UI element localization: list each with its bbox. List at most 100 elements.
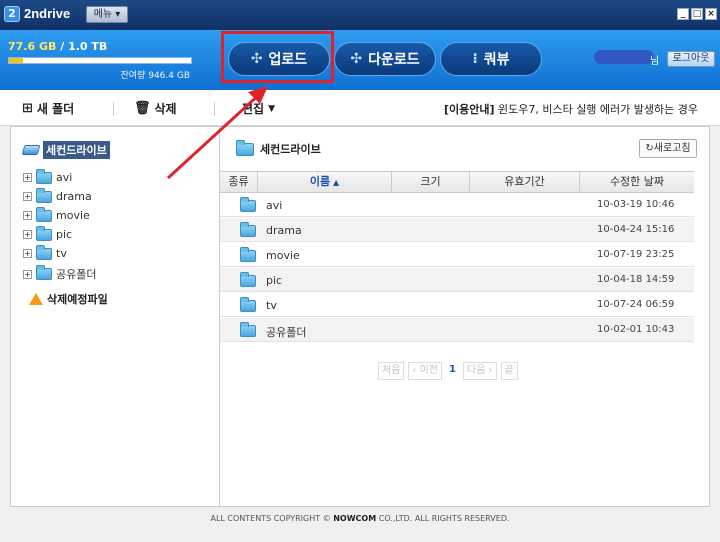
file-date: 10-03-19 10:46	[597, 199, 675, 210]
page-last-button[interactable]: 끝	[500, 362, 518, 380]
file-name: movie	[266, 249, 300, 262]
caret-down-icon: ▼	[268, 103, 276, 114]
sort-asc-icon: ▲	[330, 178, 340, 187]
folder-icon	[36, 225, 52, 241]
file-name: pic	[266, 274, 283, 287]
folder-icon	[36, 206, 52, 222]
file-date: 10-07-19 23:25	[597, 249, 675, 260]
column-expiry[interactable]: 유효기간	[470, 172, 580, 192]
refresh-button[interactable]: ↻새로고침	[639, 139, 697, 158]
folder-icon	[240, 322, 256, 337]
expand-icon[interactable]: +	[23, 249, 32, 258]
file-name: tv	[266, 299, 277, 312]
tree-item-label: pic	[56, 228, 73, 241]
tree-root[interactable]: 세컨드라이브	[21, 141, 110, 159]
page-prev-button[interactable]: ‹ 이전	[408, 362, 442, 380]
storage-total: 1.0 TB	[68, 40, 108, 53]
folder-icon	[36, 168, 52, 184]
tree-item-pic[interactable]: + pic	[23, 225, 73, 241]
tree-item-trash[interactable]: 삭제예정파일	[29, 291, 108, 307]
tree-item-movie[interactable]: + movie	[23, 206, 90, 222]
expand-icon[interactable]: +	[23, 230, 32, 239]
page-current[interactable]: 1	[445, 362, 459, 380]
tree-item-label: movie	[56, 209, 90, 222]
column-type[interactable]: 종류	[220, 172, 258, 192]
file-date: 10-04-18 14:59	[597, 274, 675, 285]
logout-button[interactable]: 로그아웃	[667, 51, 715, 67]
notice-text[interactable]: [이용안내] 윈도우7, 비스타 실행 에러가 발생하는 경우	[444, 101, 698, 117]
username-redacted	[594, 50, 654, 64]
column-name-label: 이름	[309, 175, 331, 188]
delete-label: 삭제	[154, 102, 177, 116]
storage-bar	[8, 57, 192, 64]
title-bar: 2 2ndrive 메뉴 ▾ _ □ ×	[0, 0, 720, 30]
menu-button[interactable]: 메뉴 ▾	[86, 6, 128, 23]
trash-icon: 🗑	[134, 101, 151, 116]
footer-suffix: CO.,LTD. ALL RIGHTS RESERVED.	[376, 514, 510, 523]
trash-label: 삭제예정파일	[47, 293, 108, 306]
table-row[interactable]: tv 10-07-24 06:59	[220, 293, 694, 317]
tree-item-label: 공유폴더	[56, 268, 97, 281]
file-name: avi	[266, 199, 283, 212]
new-folder-label: 새 폴더	[36, 102, 75, 116]
footer-brand: NOWCOM	[333, 514, 377, 523]
app-logo-icon: 2	[4, 6, 20, 22]
expand-icon[interactable]: +	[23, 211, 32, 220]
tree-item-label: avi	[56, 171, 73, 184]
new-folder-button[interactable]: ⊞ 새 폴더	[22, 100, 74, 117]
close-button[interactable]: ×	[705, 8, 717, 20]
current-folder-label: 세컨드라이브	[260, 143, 321, 156]
page-first-button[interactable]: 처음	[378, 362, 405, 380]
tree-item-shared[interactable]: + 공유폴더	[23, 265, 97, 282]
maximize-button[interactable]: □	[691, 8, 703, 20]
toolbar: ⊞ 새 폴더 🗑 삭제 편집 ▼ [이용안내] 윈도우7, 비스타 실행 에러가…	[0, 90, 720, 126]
folder-icon	[236, 139, 254, 156]
delete-button[interactable]: 🗑 삭제	[134, 100, 177, 117]
expand-icon[interactable]: +	[23, 192, 32, 201]
tree-item-tv[interactable]: + tv	[23, 244, 67, 260]
expand-icon[interactable]: +	[23, 269, 32, 279]
table-row[interactable]: 공유폴더 10-02-01 10:43	[220, 318, 694, 342]
queue-icon: ⁝	[472, 51, 478, 67]
pagination: 처음 ‹ 이전 1 다음 › 끝	[378, 362, 518, 380]
file-list-panel: 세컨드라이브 ↻새로고침 종류 이름 ▲ 크기 유효기간 수정한 날짜 avi …	[220, 126, 710, 507]
column-name[interactable]: 이름 ▲	[258, 172, 392, 192]
table-row[interactable]: drama 10-04-24 15:16	[220, 218, 694, 242]
storage-used: 77.6 GB	[8, 40, 57, 53]
footer-copyright: ALL CONTENTS COPYRIGHT © NOWCOM CO.,LTD.…	[0, 514, 720, 523]
app-name: 2ndrive	[24, 6, 71, 21]
column-modified[interactable]: 수정한 날짜	[580, 172, 694, 192]
edit-label: 편집	[242, 102, 265, 116]
table-row[interactable]: pic 10-04-18 14:59	[220, 268, 694, 292]
upload-highlight-box	[221, 31, 334, 83]
folder-tree: 세컨드라이브 + avi + drama + movie + pic + tv + 공유폴더…	[10, 126, 220, 507]
tree-item-label: drama	[56, 190, 92, 203]
page-next-button[interactable]: 다음 ›	[462, 362, 497, 380]
table-row[interactable]: movie 10-07-19 23:25	[220, 243, 694, 267]
tree-item-drama[interactable]: + drama	[23, 187, 92, 203]
download-icon: ✣	[350, 51, 363, 67]
username-suffix: 님	[650, 56, 660, 67]
footer-prefix: ALL CONTENTS COPYRIGHT ©	[210, 514, 334, 523]
table-header: 종류 이름 ▲ 크기 유효기간 수정한 날짜	[220, 171, 694, 193]
tree-item-avi[interactable]: + avi	[23, 168, 73, 184]
folder-icon	[240, 197, 256, 212]
toolbar-divider	[214, 102, 215, 116]
folder-icon	[240, 222, 256, 237]
queue-button[interactable]: ⁝ 쿼뷰	[440, 42, 542, 76]
notice-label: [이용안내]	[443, 103, 495, 116]
queue-label: 쿼뷰	[483, 52, 510, 68]
edit-dropdown[interactable]: 편집 ▼	[242, 100, 275, 117]
column-size[interactable]: 크기	[392, 172, 470, 192]
storage-separator: /	[56, 40, 69, 53]
table-row[interactable]: avi 10-03-19 10:46	[220, 193, 694, 217]
download-button[interactable]: ✣ 다운로드	[334, 42, 436, 76]
storage-bar-fill	[9, 58, 23, 63]
storage-remaining: 잔여량 946.4 GB	[120, 71, 190, 81]
file-date: 10-07-24 06:59	[597, 299, 675, 310]
minimize-button[interactable]: _	[677, 8, 689, 20]
expand-icon[interactable]: +	[23, 173, 32, 182]
folder-icon	[240, 247, 256, 262]
current-folder: 세컨드라이브	[236, 139, 321, 157]
folder-icon	[240, 297, 256, 312]
